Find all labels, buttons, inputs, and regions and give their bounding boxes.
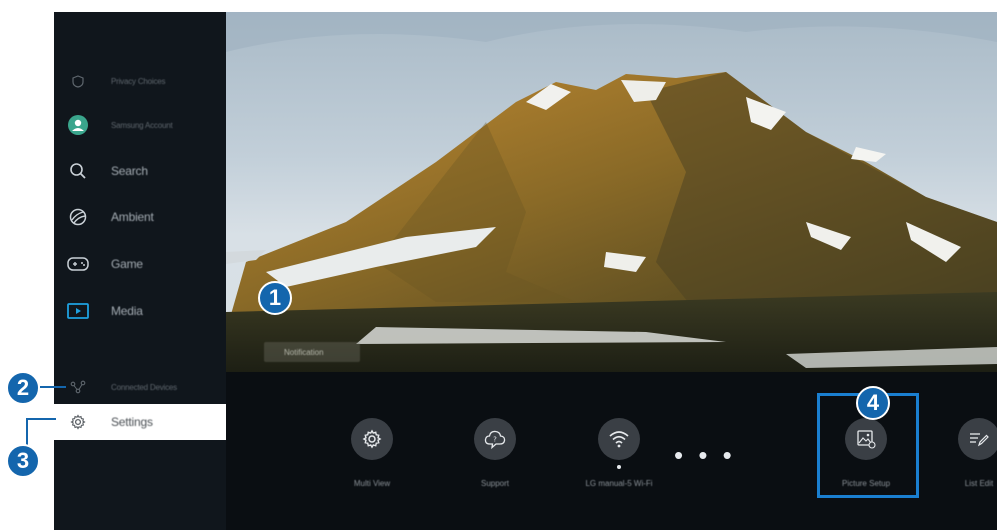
hero-ghost-label: Notification bbox=[264, 342, 360, 362]
sidebar-item-label: Search bbox=[111, 164, 148, 178]
quick-setting-label: LG manual-5 Wi-Fi bbox=[585, 479, 653, 488]
sidebar-item-search[interactable]: Search bbox=[54, 153, 226, 189]
quick-setting-multi-view[interactable]: Multi View bbox=[322, 418, 422, 518]
sidebar-item-settings[interactable]: Settings bbox=[54, 404, 226, 440]
quick-setting-wifi[interactable]: LG manual-5 Wi-Fi bbox=[569, 418, 669, 518]
gear-icon bbox=[351, 418, 393, 460]
quick-setting-label: List Edit bbox=[964, 479, 994, 488]
sidebar-item-label: Samsung Account bbox=[111, 120, 173, 130]
gear-icon bbox=[67, 411, 89, 433]
sidebar-item-game[interactable]: Game bbox=[54, 246, 226, 282]
active-indicator-dot bbox=[617, 465, 621, 469]
callout-badge-3: 3 bbox=[6, 444, 40, 478]
gamepad-icon bbox=[67, 253, 89, 275]
svg-text:?: ? bbox=[493, 436, 497, 444]
sidebar-item-samsung-account[interactable]: Samsung Account bbox=[54, 107, 226, 143]
callout-badge-2: 2 bbox=[6, 371, 40, 405]
sidebar-item-label: Connected Devices bbox=[111, 382, 177, 392]
mountain-landscape-image bbox=[226, 12, 997, 372]
sidebar-item-privacy-choices[interactable]: Privacy Choices bbox=[54, 63, 226, 99]
quick-setting-support[interactable]: ? Support bbox=[445, 418, 545, 518]
callout-leader-3-horizontal bbox=[26, 418, 56, 420]
quick-setting-list-edit[interactable]: List Edit bbox=[929, 418, 997, 518]
list-edit-icon bbox=[958, 418, 997, 460]
ambient-icon bbox=[67, 206, 89, 228]
account-icon bbox=[67, 114, 89, 136]
hero-background-image bbox=[226, 12, 997, 372]
callout-badge-1: 1 bbox=[258, 281, 292, 315]
callout-leader-3-vertical bbox=[26, 418, 28, 446]
callout-badge-4: 4 bbox=[856, 386, 890, 420]
quick-setting-label: Support bbox=[480, 479, 510, 488]
sidebar: Privacy Choices Samsung Account Search A… bbox=[54, 12, 226, 530]
sidebar-item-label: Privacy Choices bbox=[111, 76, 166, 86]
sidebar-item-label: Ambient bbox=[111, 210, 154, 224]
more-options-button[interactable]: • • • bbox=[674, 442, 736, 468]
sidebar-item-label: Settings bbox=[111, 415, 153, 429]
media-icon bbox=[67, 300, 89, 322]
sidebar-item-ambient[interactable]: Ambient bbox=[54, 199, 226, 235]
screenshot: Notification Privacy Choices Samsung Acc… bbox=[0, 0, 997, 530]
callout-leader-2 bbox=[40, 386, 66, 388]
search-icon bbox=[67, 160, 89, 182]
sidebar-item-media[interactable]: Media bbox=[54, 293, 226, 329]
sidebar-item-label: Game bbox=[111, 257, 143, 271]
quick-setting-label: Multi View bbox=[353, 479, 391, 488]
wifi-icon bbox=[598, 418, 640, 460]
connected-devices-icon bbox=[67, 376, 89, 398]
sidebar-item-label: Media bbox=[111, 304, 143, 318]
shield-icon bbox=[67, 70, 89, 92]
sidebar-item-connected-devices[interactable]: Connected Devices bbox=[54, 369, 226, 405]
support-cloud-icon: ? bbox=[474, 418, 516, 460]
